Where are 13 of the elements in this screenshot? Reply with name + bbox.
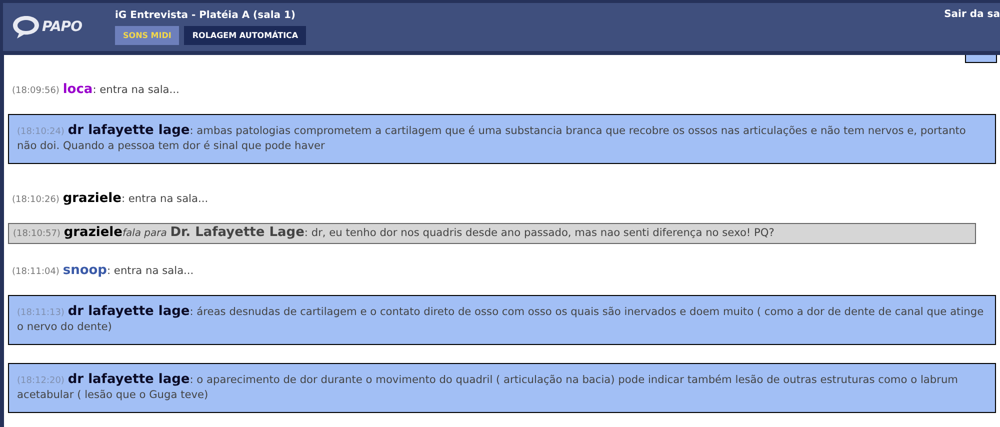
chat-message: (18:10:26) graziele: entra na sala... (12, 192, 210, 207)
chat-message: (18:12:20) dr lafayette lage: o aparecimento de dor durante o movimento do quadril ( articulação na bacia) pode indicar também lesão de outras estruturas como o labrum acetabular ( lesão que o Guga teve) (17, 373, 959, 402)
chat-message: (18:11:13) dr lafayette lage: áreas desnudas de cartilagem e o contato direto de osso com osso os quais são inervados e doem muito ( como a dor de dente de canal que atinge o nervo do dente) (17, 305, 985, 334)
chat-message: (18:10:24) dr lafayette lage: ambas patologias comprometem a cartilagem que é uma substancia branca que recobre os ossos nas articulações e não tem nervos e, portanto não doi. Quando a pessoa tem dor é sinal que pode haver (17, 124, 967, 153)
message-box-edge (965, 55, 997, 63)
papo-logo: PAPO (3, 14, 103, 40)
exit-room-link[interactable]: Sair da sa (944, 9, 1000, 20)
toggle-button[interactable]: ROLAGEM AUTOMÁTICA (184, 26, 306, 44)
chat-message: (18:09:56) loca: entra na sala... (12, 83, 180, 98)
chat-message: (18:11:04) snoop: entra na sala... (12, 264, 195, 279)
room-title: iG Entrevista - Platéia A (sala 1) (115, 10, 297, 20)
speech-bubble-icon (11, 14, 41, 40)
chat-message: (18:10:57) grazielefala para Dr. Lafayette Lage: dr, eu tenho dor nos quadris desde ano passado, mas nao senti diferença no sexo! PQ? (13, 226, 776, 241)
